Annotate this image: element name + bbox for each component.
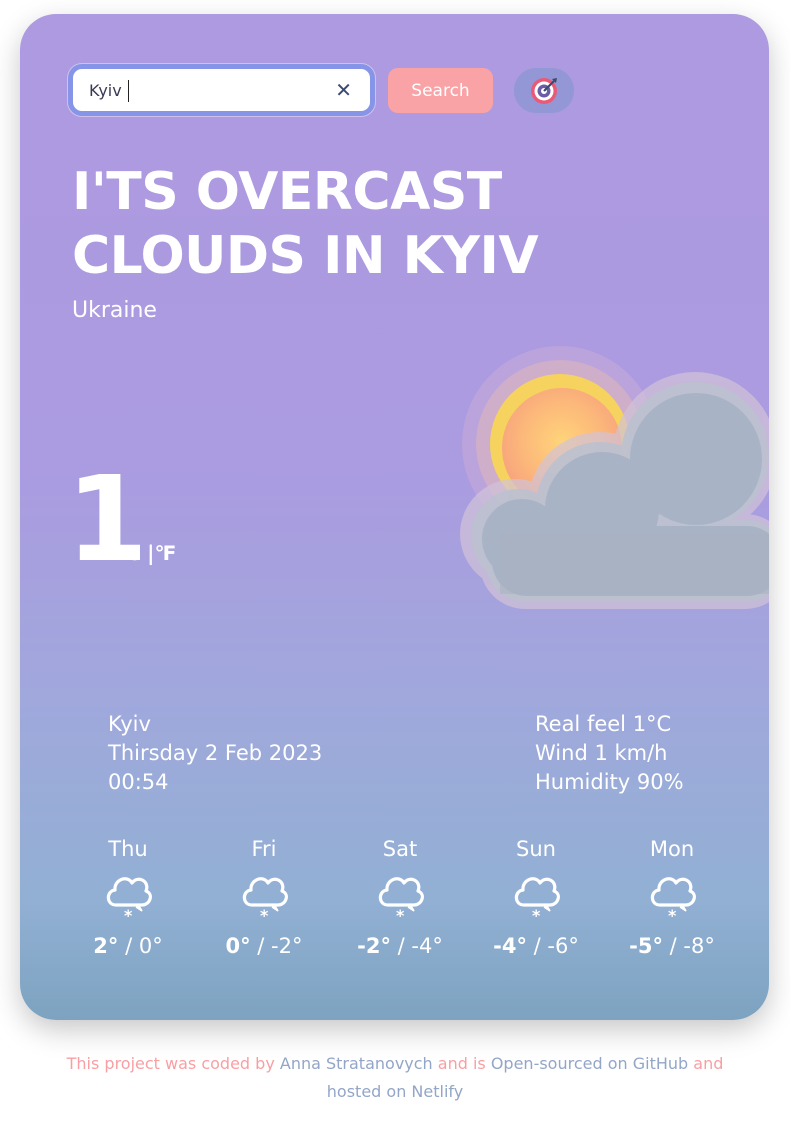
netlify-link[interactable]: hosted on Netlify [327,1082,463,1101]
forecast-day-name: Sat [382,837,418,861]
forecast-list: Thu * 2° / 0° Fri * 0° / -2° Sat * -2° / -4° Sun *… [60,834,740,958]
real-feel: Real feel 1°C [535,712,672,736]
github-link[interactable]: Open-sourced on GitHub [491,1054,688,1073]
forecast-temps: 2° / 0° [60,934,196,958]
svg-text:*: * [396,906,405,925]
forecast-day-name: Thu [108,837,148,861]
forecast-temps: -2° / -4° [332,934,468,958]
forecast-separator: / [118,934,139,958]
forecast-temps: -5° / -8° [604,934,740,958]
forecast-max: -4° [493,934,527,958]
current-location-button[interactable] [514,68,574,113]
forecast-day: Sat * -2° / -4° [332,834,468,958]
search-button[interactable]: Search [388,68,493,113]
snow-cloud-icon: * [196,866,332,926]
author-link[interactable]: Anna Stratanovych [280,1054,433,1073]
snow-cloud-icon: * [60,866,196,926]
forecast-day: Mon * -5° / -8° [604,834,740,958]
svg-text:*: * [668,906,677,925]
unit-toggle: ℃ |℉ [116,541,176,565]
snow-cloud-icon: * [604,866,740,926]
footer-text: and is [432,1054,491,1073]
city-name: Kyiv [108,712,151,736]
forecast-day-name: Sun [516,837,556,861]
text-caret [128,80,129,102]
search-input[interactable] [89,69,309,111]
forecast-min: -6° [547,934,579,958]
forecast-separator: / [526,934,548,958]
weather-card: ✕ Search I'TS OVERCAST CLOUDS IN KYIV Uk… [20,14,769,1020]
current-time: 00:54 [108,770,169,794]
close-icon[interactable]: ✕ [335,78,352,102]
snow-cloud-icon: * [468,866,604,926]
forecast-separator: / [390,934,412,958]
forecast-min: -8° [683,934,715,958]
svg-text:*: * [260,906,269,925]
forecast-max: -2° [357,934,391,958]
current-date: Thirsday 2 Feb 2023 [108,741,323,765]
forecast-separator: / [662,934,684,958]
forecast-min: 0° [138,934,163,958]
forecast-max: 0° [225,934,251,958]
forecast-separator: / [250,934,272,958]
fahrenheit-link[interactable]: ℉ [155,541,177,565]
svg-text:*: * [124,906,133,925]
target-icon [531,77,557,104]
forecast-day-name: Mon [649,837,695,861]
search-box[interactable]: ✕ [68,64,375,116]
country-label: Ukraine [72,298,157,323]
footer: This project was coded by Anna Stratanov… [0,1050,790,1106]
sun-behind-cloud-icon [460,346,769,609]
celsius-link[interactable]: ℃ [116,541,140,565]
footer-text: and [688,1054,724,1073]
forecast-day: Fri * 0° / -2° [196,834,332,958]
forecast-day-name: Fri [251,837,277,861]
weather-details: Real feel 1°C Wind 1 km/h Humidity 90% [535,710,684,797]
forecast-temps: -4° / -6° [468,934,604,958]
forecast-temps: 0° / -2° [196,934,332,958]
svg-text:*: * [532,906,541,925]
location-details: Kyiv Thirsday 2 Feb 2023 00:54 [108,710,322,797]
forecast-day: Sun * -4° / -6° [468,834,604,958]
unit-separator: | [140,541,155,565]
forecast-max: 2° [93,934,119,958]
snow-cloud-icon: * [332,866,468,926]
forecast-max: -5° [629,934,663,958]
weather-headline: I'TS OVERCAST CLOUDS IN KYIV [72,162,539,286]
humidity: Humidity 90% [535,770,684,794]
forecast-min: -2° [271,934,303,958]
forecast-min: -4° [411,934,443,958]
footer-text: This project was coded by [66,1054,280,1073]
wind-speed: Wind 1 km/h [535,741,668,765]
forecast-day: Thu * 2° / 0° [60,834,196,958]
